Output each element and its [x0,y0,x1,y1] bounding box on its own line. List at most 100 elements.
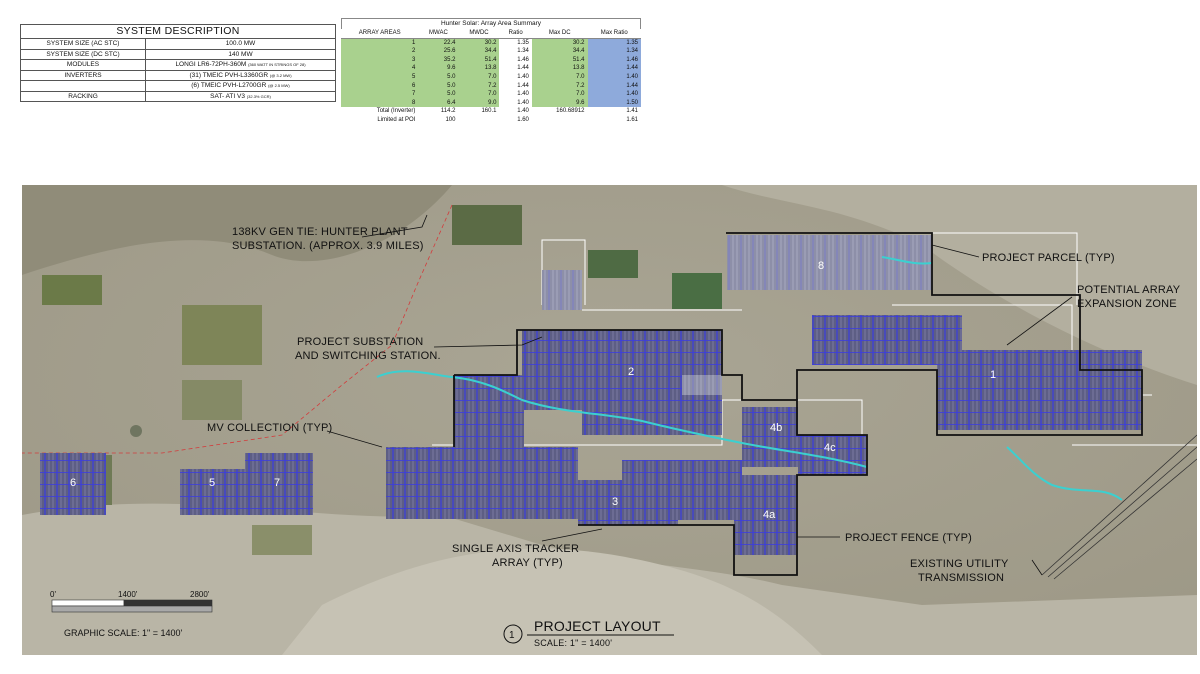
cell-mwdc: 9.0 [458,98,500,108]
scale-segment [51,599,125,607]
cell-max-dc: 13.8 [531,64,588,73]
array-area-8 [682,375,722,395]
table-row: SYSTEM SIZE (DC STC) 140 MW [20,48,336,60]
expansion-label-line-1: POTENTIAL ARRAY [1077,284,1181,296]
cell-ratio: 1.44 [517,65,529,72]
array-area-3 [622,460,742,520]
total-row-cell-mwac: 114.2 [440,108,456,115]
scale-tick-2800: 2800' [190,590,210,599]
cell-mwac: 5.0 [418,90,459,99]
cell-ratio: 1.35 [517,39,529,46]
system-description-table: SYSTEM DESCRIPTION SYSTEM SIZE (AC STC) … [20,24,336,102]
table-row: 8 6.4 9.0 1.40 9.6 1.50 [341,98,641,108]
cell-mwdc: 7.0 [458,90,500,99]
cell-max-ratio: 1.44 [587,64,641,73]
graphic-scale-caption: GRAPHIC SCALE: 1" = 1400' [64,628,182,638]
table-row: 7 5.0 7.0 1.40 7.0 1.40 [341,90,641,99]
table-row: 1 22.4 30.2 1.35 30.2 1.35 [341,38,641,48]
col-header-max-ratio: Max Ratio [587,29,641,39]
transmission-label-line-2: TRANSMISSION [918,572,1004,584]
farm-field [588,250,638,278]
inverter-model-2: (6) TMEIC PVH-L2700GR [191,82,267,89]
table-row: INVERTERS (31) TMEIC PVH-L3360GR (@ 3.2 … [20,69,336,81]
col-header-ratio: Ratio [499,29,532,39]
parcel-label: PROJECT PARCEL (TYP) [982,252,1115,264]
farm-field [42,275,102,305]
inverter-note-2: (@ 2.5 MW) [268,83,290,88]
poi-row-cell-max-ratio: 1.61 [626,116,638,123]
cell-ratio: 1.46 [517,56,529,63]
cell-max-dc: 9.6 [531,98,588,108]
cell-max-ratio: 1.44 [587,81,641,91]
array-area-1 [937,350,1142,430]
modules-model: LONGI LR6-72PH-360M [175,61,247,68]
system-description-title: SYSTEM DESCRIPTION [20,24,336,39]
poi-row-cell-max-dc [532,116,588,125]
area-label-4c: 4c [824,442,836,454]
cell-mwac: 9.6 [418,64,459,73]
scale-tick-1400: 1400' [118,590,138,599]
cell-mwdc: 51.4 [458,55,500,65]
cell-mwac: 5.0 [418,72,459,82]
poi-row-cell-array-area: Limited at POI [377,116,416,123]
cell-max-dc: 7.0 [531,90,588,99]
inverter-note-1: (@ 3.2 MW) [269,72,292,78]
gen-tie-label-line-1: 138KV GEN TIE: HUNTER PLANT [232,226,408,238]
system-size-ac-label: SYSTEM SIZE (AC STC) [20,38,146,50]
mv-collection-label: MV COLLECTION (TYP) [207,422,332,434]
area-label-7: 7 [274,477,280,489]
cell-array-area: 4 [341,64,419,73]
cell-mwdc: 13.8 [458,64,500,73]
cell-max-ratio: 1.40 [587,72,641,82]
cell-mwac: 6.4 [418,98,459,108]
tracker-label-line-2: ARRAY (TYP) [492,557,563,569]
table-row: (6) TMEIC PVH-L2700GR (@ 2.5 MW) [20,80,336,92]
area-label-3: 3 [612,496,618,508]
array-area-8 [542,270,582,310]
cell-mwac: 25.6 [418,47,459,56]
table-row: MODULES LONGI LR6-72PH-360M (360 WATT IN… [20,59,336,71]
modules-value: LONGI LR6-72PH-360M (360 WATT IN STRINGS… [145,59,336,71]
table-row: 3 35.2 51.4 1.46 51.4 1.46 [341,55,641,65]
pond [130,425,142,437]
poi-row: Limited at POI 100 1.60 1.61 [341,116,641,125]
cell-ratio: 1.34 [517,48,529,55]
fence-label: PROJECT FENCE (TYP) [845,532,972,544]
table-row: 4 9.6 13.8 1.44 13.8 1.44 [341,64,641,73]
project-layout-map: 138KV GEN TIE: HUNTER PLANT SUBSTATION. … [22,185,1197,655]
inverter-model-1: (31) TMEIC PVH-L3360GR [189,71,269,79]
cell-mwac: 22.4 [418,38,459,48]
table-row: RACKING SAT- ATI V3 (32.3% GCR) [20,90,336,102]
area-label-1: 1 [990,369,996,381]
cell-max-dc: 30.2 [531,38,588,48]
aerial-site-plan: 138KV GEN TIE: HUNTER PLANT SUBSTATION. … [22,185,1197,655]
cell-max-dc: 7.2 [531,81,588,91]
gen-tie-label-line-2: SUBSTATION. (APPROX. 3.9 MILES) [232,240,424,252]
array-area-5 [180,469,245,515]
scale-segment [51,605,213,613]
project-layout-scale: SCALE: 1" = 1400' [534,638,612,648]
table-row: 2 25.6 34.4 1.34 34.4 1.34 [341,47,641,56]
col-header-max-dc: Max DC [531,29,588,39]
cell-array-area: 1 [341,38,419,48]
array-summary-body: 1 22.4 30.2 1.35 30.2 1.35 2 25.6 34.4 1.34 34.4 1.… [341,38,641,124]
substation-label-line-1: PROJECT SUBSTATION [297,336,423,348]
array-summary-title: Hunter Solar: Array Area Summary [341,18,641,29]
total-row-cell-max-ratio: 1.41 [626,108,638,115]
cell-array-area: 2 [341,47,419,56]
detail-number: 1 [509,630,515,641]
modules-label: MODULES [20,59,146,71]
cell-array-area: 5 [341,72,419,82]
cell-mwac: 35.2 [418,55,459,65]
array-summary-table: ARRAY AREAS MWAC MWDC Ratio Max DC Max R… [341,29,641,125]
cell-max-ratio: 1.34 [587,47,641,56]
cell-array-area: 3 [341,55,419,65]
table-row: 5 5.0 7.0 1.40 7.0 1.40 [341,72,641,82]
scale-segment [123,599,213,607]
inverters-value: (31) TMEIC PVH-L3360GR (@ 3.2 MW) [145,69,336,81]
cell-mwdc: 30.2 [458,38,500,48]
inverters-label: INVERTERS [20,69,146,81]
system-size-dc-label: SYSTEM SIZE (DC STC) [20,48,146,60]
substation-label-line-2: AND SWITCHING STATION. [295,350,441,362]
cell-max-ratio: 1.40 [587,90,641,99]
